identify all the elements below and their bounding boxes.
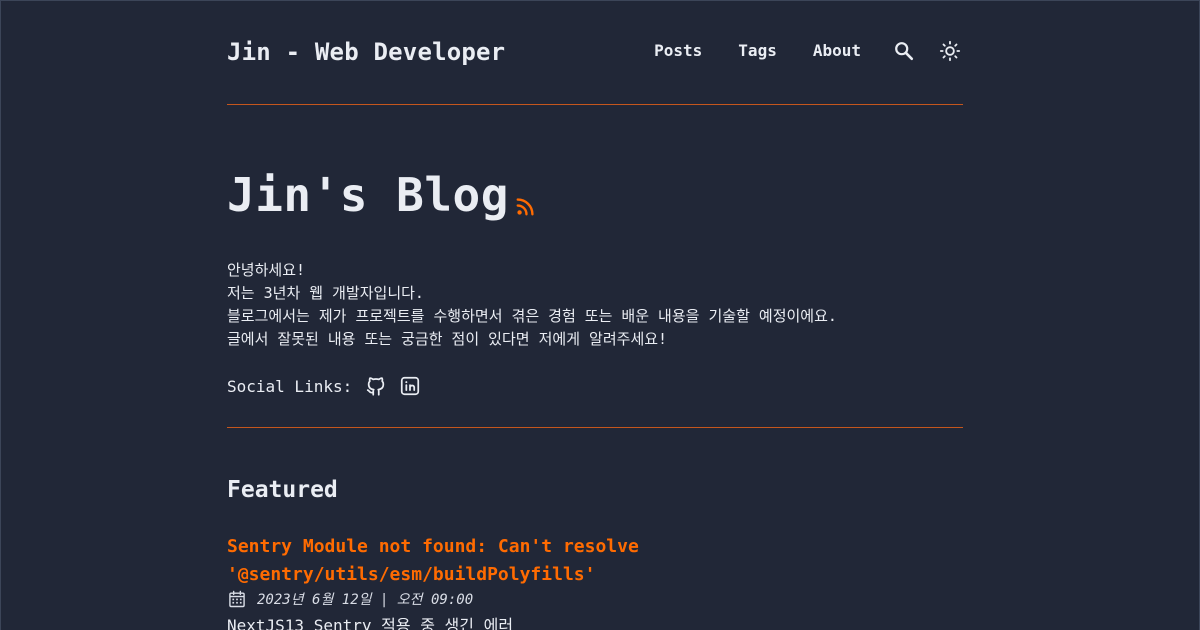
calendar-icon <box>229 590 245 608</box>
featured-post-title-link[interactable]: Sentry Module not found: Can't resolve '… <box>227 533 963 589</box>
rss-icon[interactable] <box>515 195 537 217</box>
intro-line: 안녕하세요! <box>227 261 306 279</box>
nav-about-link[interactable]: About <box>813 41 861 60</box>
github-icon <box>367 377 385 396</box>
post-description: NextJS13 Sentry 적용 중 생긴 에러 <box>227 616 514 630</box>
post-date: 2023년 6월 12일 | 오전 09:00 <box>257 592 474 608</box>
search-icon <box>895 41 914 60</box>
theme-toggle-button[interactable] <box>937 38 963 64</box>
search-button[interactable] <box>891 38 917 64</box>
github-link[interactable] <box>364 374 388 398</box>
nav-tags-link[interactable]: Tags <box>738 41 777 60</box>
intro-line: 글에서 잘못된 내용 또는 궁금한 점이 있다면 저에게 알려주세요! <box>227 330 668 348</box>
intro-text: 안녕하세요! 저는 3년차 웹 개발자입니다. 블로그에서는 제가 프로젝트를 … <box>227 259 837 351</box>
hero-title: Jin's Blog <box>227 168 509 222</box>
site-brand-link[interactable]: Jin - Web Developer <box>227 38 505 66</box>
sun-icon <box>939 40 961 61</box>
page: Jin - Web Developer Posts Tags About Jin… <box>0 0 1200 630</box>
linkedin-link[interactable] <box>398 374 422 398</box>
intro-line: 블로그에서는 제가 프로젝트를 수행하면서 겪은 경험 또는 배운 내용을 기술… <box>227 307 837 325</box>
intro-line: 저는 3년차 웹 개발자입니다. <box>227 284 424 302</box>
section-divider <box>227 427 963 428</box>
main-container: Jin - Web Developer Posts Tags About Jin… <box>227 1 963 630</box>
nav-posts-link[interactable]: Posts <box>654 41 702 60</box>
hero-title-row: Jin's Blog <box>227 165 537 225</box>
social-links: Social Links: <box>227 374 422 398</box>
site-header: Jin - Web Developer Posts Tags About <box>227 1 963 104</box>
post-meta: 2023년 6월 12일 | 오전 09:00 <box>227 589 473 609</box>
header-divider <box>227 104 963 105</box>
social-links-label: Social Links: <box>227 376 353 396</box>
linkedin-icon <box>401 376 420 396</box>
main-nav: Posts Tags About <box>654 38 963 64</box>
post-title-line: Sentry Module not found: Can't resolve <box>227 536 639 557</box>
post-title-line: '@sentry/utils/esm/buildPolyfills' <box>227 564 596 585</box>
featured-heading: Featured <box>227 477 338 503</box>
